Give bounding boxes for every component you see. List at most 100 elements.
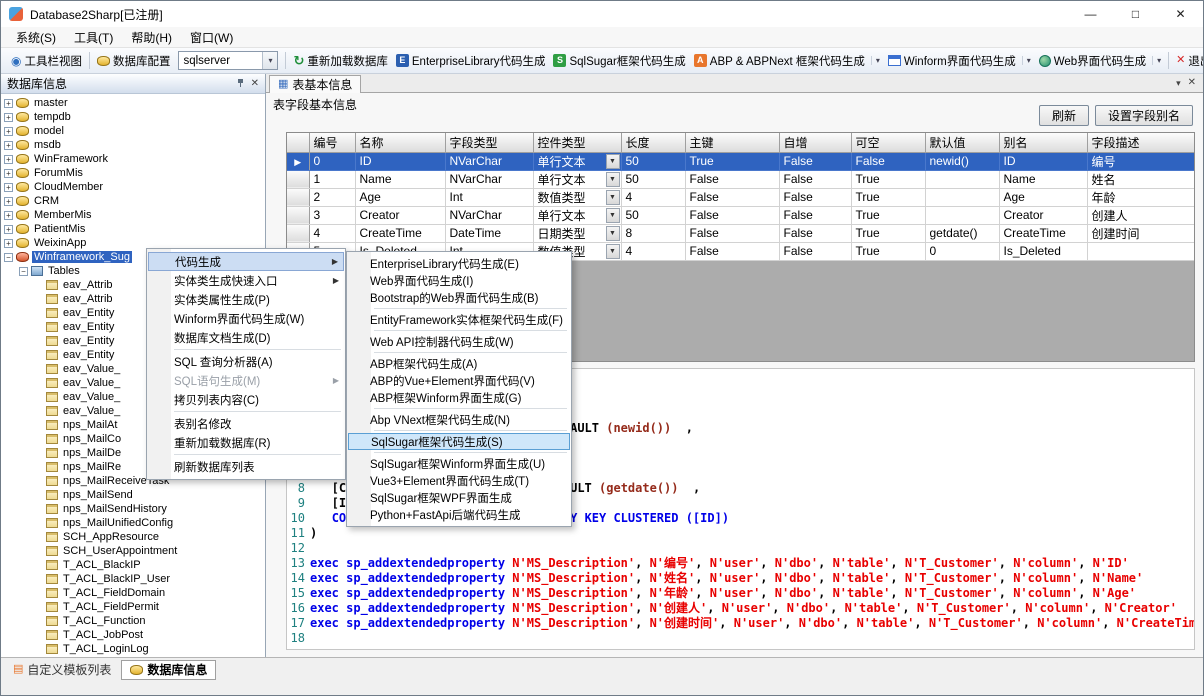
code-gen-submenu-item[interactable]: Python+FastApi后端代码生成: [348, 506, 570, 523]
grid-cell[interactable]: 日期类型▼: [533, 224, 621, 242]
grid-cell[interactable]: ID: [999, 152, 1087, 170]
code-gen-submenu-item[interactable]: Bootstrap的Web界面代码生成(B): [348, 289, 570, 306]
tree-item-label[interactable]: eav_Entity: [61, 321, 116, 333]
tree-item[interactable]: +tempdb: [1, 110, 265, 124]
grid-column-header[interactable]: 可空: [851, 133, 925, 152]
tree-item-label[interactable]: Winframework_Sug: [32, 251, 132, 263]
grid-cell[interactable]: Creator: [999, 206, 1087, 224]
grid-cell[interactable]: 4: [309, 224, 355, 242]
grid-cell[interactable]: 3: [309, 206, 355, 224]
tree-item-label[interactable]: T_ACL_FieldPermit: [61, 601, 161, 613]
grid-row[interactable]: 2AgeInt数值类型▼4FalseFalseTrueAge年龄: [287, 188, 1195, 206]
context-menu-item[interactable]: 数据库文档生成(D): [148, 328, 344, 347]
menubar-item[interactable]: 工具(T): [65, 27, 122, 48]
control-type-combo[interactable]: 单行文本▼: [534, 153, 621, 170]
tree-item-label[interactable]: CloudMember: [32, 181, 105, 193]
context-menu-item[interactable]: SQL语句生成(M)▶: [148, 371, 344, 390]
bottom-tab[interactable]: 数据库信息: [121, 660, 216, 680]
combo-dropdown-icon[interactable]: ▼: [606, 226, 620, 241]
grid-cell[interactable]: 4: [621, 242, 685, 260]
tree-item[interactable]: nps_MailUnifiedConfig: [1, 516, 265, 530]
grid-cell[interactable]: [925, 206, 999, 224]
grid-column-header[interactable]: 名称: [355, 133, 445, 152]
grid-cell[interactable]: False: [779, 188, 851, 206]
tree-item[interactable]: +PatientMis: [1, 222, 265, 236]
tree-item[interactable]: T_ACL_FieldDomain: [1, 586, 265, 600]
grid-column-header[interactable]: 编号: [309, 133, 355, 152]
tree-item[interactable]: SCH_UserAppointment: [1, 544, 265, 558]
collapse-icon[interactable]: −: [4, 253, 13, 262]
tree-item-label[interactable]: model: [32, 125, 66, 137]
tree-item-label[interactable]: SCH_AppResource: [61, 531, 161, 543]
grid-cell[interactable]: False: [685, 170, 779, 188]
tree-item[interactable]: nps_MailSend: [1, 488, 265, 502]
code-gen-submenu-item[interactable]: Web API控制器代码生成(W): [348, 333, 570, 350]
tree-item-label[interactable]: nps_MailSend: [61, 489, 135, 501]
grid-row[interactable]: 1NameNVarChar单行文本▼50FalseFalseTrueName姓名: [287, 170, 1195, 188]
combo-dropdown-icon[interactable]: ▼: [606, 154, 620, 169]
grid-cell[interactable]: CreateTime: [355, 224, 445, 242]
grid-cell[interactable]: False: [779, 152, 851, 170]
grid-cell[interactable]: ID: [355, 152, 445, 170]
grid-row[interactable]: 3CreatorNVarChar单行文本▼50FalseFalseTrueCre…: [287, 206, 1195, 224]
tree-item-label[interactable]: eav_Value_: [61, 377, 122, 389]
enterprise-library-gen-button[interactable]: EEnterpriseLibrary代码生成: [392, 51, 550, 71]
tree-item-label[interactable]: eav_Attrib: [61, 279, 115, 291]
grid-cell[interactable]: 创建人: [1087, 206, 1195, 224]
tree-item[interactable]: T_ACL_LoginLog: [1, 642, 265, 656]
grid-cell[interactable]: CreateTime: [999, 224, 1087, 242]
grid-cell[interactable]: Name: [999, 170, 1087, 188]
code-gen-submenu-item[interactable]: Vue3+Element界面代码生成(T): [348, 472, 570, 489]
tree-item-label[interactable]: eav_Value_: [61, 405, 122, 417]
code-gen-submenu-item[interactable]: SqlSugar框架WPF界面生成: [348, 489, 570, 506]
grid-cell[interactable]: DateTime: [445, 224, 533, 242]
grid-column-header[interactable]: 字段描述: [1087, 133, 1195, 152]
tree-item-label[interactable]: T_ACL_LoginLog: [61, 643, 151, 655]
reload-db-button[interactable]: ↻重新加载数据库: [289, 51, 391, 71]
close-tab-icon[interactable]: ✕: [1188, 78, 1196, 88]
tree-item-label[interactable]: CRM: [32, 195, 61, 207]
grid-cell[interactable]: NVarChar: [445, 152, 533, 170]
tree-item-label[interactable]: tempdb: [32, 111, 73, 123]
tree-item-label[interactable]: T_ACL_JobPost: [61, 629, 145, 641]
tree-item-label[interactable]: T_ACL_BlackIP_User: [61, 573, 172, 585]
row-selector-cell[interactable]: ▶: [287, 152, 309, 170]
tree-item-label[interactable]: nps_MailSendHistory: [61, 503, 169, 515]
context-menu-item[interactable]: 拷贝列表内容(C): [148, 390, 344, 409]
grid-cell[interactable]: 编号: [1087, 152, 1195, 170]
context-menu-item[interactable]: 代码生成▶: [148, 252, 344, 271]
code-gen-submenu-item[interactable]: ABP框架Winform界面生成(G): [348, 389, 570, 406]
grid-cell[interactable]: 8: [621, 224, 685, 242]
bottom-tab[interactable]: ▤自定义模板列表: [5, 660, 119, 680]
combo-dropdown-icon[interactable]: ▼: [606, 172, 620, 187]
pin-icon[interactable]: [236, 79, 245, 88]
refresh-button[interactable]: 刷新: [1039, 105, 1089, 126]
db-type-select[interactable]: sqlserver▾: [178, 51, 278, 70]
control-type-combo[interactable]: 数值类型▼: [534, 189, 621, 206]
tree-item[interactable]: +WinFramework: [1, 152, 265, 166]
tree-item[interactable]: nps_MailSendHistory: [1, 502, 265, 516]
tree-item-label[interactable]: nps_MailRe: [61, 461, 123, 473]
tree-item-label[interactable]: eav_Value_: [61, 363, 122, 375]
exit-button[interactable]: ✕退出: [1172, 51, 1203, 71]
grid-cell[interactable]: 姓名: [1087, 170, 1195, 188]
grid-cell[interactable]: 0: [925, 242, 999, 260]
grid-cell[interactable]: Int: [445, 188, 533, 206]
grid-cell[interactable]: Name: [355, 170, 445, 188]
grid-cell[interactable]: False: [851, 152, 925, 170]
grid-cell[interactable]: False: [685, 206, 779, 224]
row-selector-cell[interactable]: [287, 188, 309, 206]
minimize-button[interactable]: —: [1068, 1, 1113, 27]
grid-cell[interactable]: 50: [621, 206, 685, 224]
tab-table-basic-info[interactable]: ▦ 表基本信息: [269, 75, 361, 93]
grid-cell[interactable]: 创建时间: [1087, 224, 1195, 242]
grid-column-header[interactable]: 别名: [999, 133, 1087, 152]
grid-cell[interactable]: False: [685, 242, 779, 260]
expand-icon[interactable]: +: [4, 239, 13, 248]
context-menu-item[interactable]: SQL 查询分析器(A): [148, 352, 344, 371]
grid-cell[interactable]: 0: [309, 152, 355, 170]
grid-cell[interactable]: True: [851, 224, 925, 242]
tree-item[interactable]: +master: [1, 96, 265, 110]
tree-item-label[interactable]: WinFramework: [32, 153, 110, 165]
grid-cell[interactable]: Is_Deleted: [999, 242, 1087, 260]
